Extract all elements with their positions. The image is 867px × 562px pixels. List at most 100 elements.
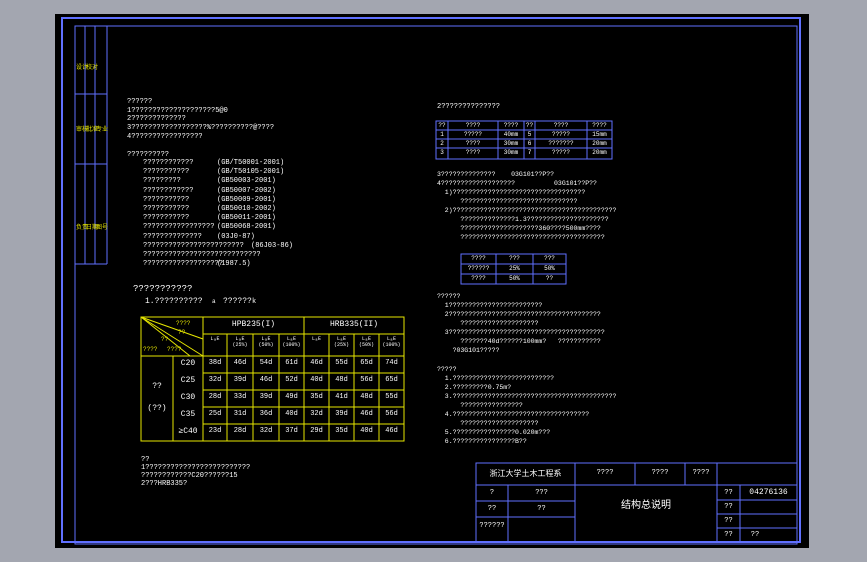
cover-cell: 7 [527, 149, 532, 156]
anchor-cell: 28d [233, 427, 247, 435]
section3-line-7: ????????????????????????????????????? [437, 234, 605, 241]
standard-name-11: ??????????????????? [143, 260, 223, 269]
anchor-subheader-0: LₐE [210, 336, 220, 342]
section4-line-6: ?03G101????? [437, 347, 500, 354]
general-line-3: 3??????????????????%??????????@???? [127, 124, 275, 132]
section4-line-2: 2??????????????????????????????????????? [437, 311, 601, 318]
ratio-cell: ??? [544, 255, 555, 262]
anchor-cell: 48d [360, 393, 373, 401]
tb-left-cell-3: ?? [537, 505, 546, 513]
standard-code-0: (GB/T50001-2001) [217, 159, 285, 167]
ratio-cell: ???? [471, 275, 486, 282]
cover-cell: 1 [440, 131, 444, 138]
ratio-cell: ??? [509, 255, 520, 262]
anchor-grade-2: C30 [180, 393, 196, 402]
section3-line-4: 2)??????????????????????????????????????… [437, 207, 617, 214]
standard-name-7: ????????????????? [143, 223, 215, 232]
standard-name-6: ??????????? [143, 214, 190, 223]
tb-left-cell-4: ?????? [479, 522, 505, 530]
standard-code-1: (GB/T50105-2001) [217, 168, 285, 177]
cover-header-5: ???? [592, 122, 607, 129]
title-top-cell-2: ???? [692, 469, 710, 477]
section5-line-0: ????? [437, 366, 457, 373]
standard-name-0: ???????????? [143, 159, 194, 167]
standard-code-8: (03J0-87) [217, 232, 255, 241]
section3-line-5: ??????????????1.3????????????????????? [437, 216, 609, 223]
standard-code-3: (GB50007-2002) [217, 186, 276, 195]
section5-line-6: ???????????????????? [437, 420, 539, 427]
anchor-cell: 49d [285, 393, 298, 401]
anchor-cell: 23d [208, 427, 222, 435]
section5-line-3: 3.??????????????????????????????????????… [437, 393, 617, 400]
anchor-table-subtitle-b: ?????? [223, 297, 252, 306]
anchor-cell: 48d [335, 376, 348, 384]
anchor-cell: 29d [310, 427, 323, 435]
cover-cell: 15mm [592, 131, 607, 138]
section5-line-5: 4.??????????????????????????????????? [437, 411, 590, 418]
standard-code-7: (GB50068-2001) [217, 223, 276, 232]
tb-right-cell-3: ?? [724, 531, 733, 539]
section5-line-8: 6.????????????????B?? [437, 438, 527, 445]
general-line-1: 1????????????????????5@0 [127, 107, 228, 115]
cover-header-3: ?? [525, 122, 534, 129]
ratio-cell: 25% [509, 265, 520, 272]
title-top-cell-0: ???? [596, 469, 614, 477]
standard-name-2: ????????? [143, 177, 181, 186]
anchor-cell: 55d [385, 393, 398, 401]
standard-name-3: ???????????? [143, 186, 194, 195]
anchor-cell: 32d [208, 376, 222, 384]
anchor-cell: 65d [385, 376, 398, 384]
section3-line-2: 1)?????????????????????????????????? [437, 189, 586, 196]
cover-cell: ????? [551, 131, 570, 138]
anchor-cell: 56d [385, 410, 398, 418]
section5-line-2: 2.?????????0.75m? [437, 384, 512, 391]
cover-cell: ??????? [548, 140, 574, 147]
anchor-cell: 37d [285, 427, 298, 435]
anchor-grade-4: ≥C40 [178, 427, 198, 436]
anchor-cell: 32d [310, 410, 323, 418]
anchor-cell: 28d [208, 393, 222, 401]
tb-left-cell-2: ?? [487, 505, 497, 513]
tb-right-cell-4: ?? [750, 531, 760, 539]
section3-line-0: 3?????????????? 03G101??P?? [437, 171, 555, 178]
standard-name-5: ??????????? [143, 205, 190, 213]
anchor-cell: 56d [360, 376, 373, 384]
standard-code-6: (GB50011-2001) [217, 214, 276, 223]
section5-line-4: ???????????????? [437, 402, 523, 409]
section3-line-1: 4??????????????????? 03G101??P?? [437, 180, 597, 187]
anchor-cell: 38d [208, 359, 222, 367]
tb-right-cell-0: ?? [724, 489, 733, 497]
standard-name-9: ???????????????????????? [143, 241, 244, 250]
section4-line-0: ?????? [437, 293, 461, 300]
anchor-cell: 39d [233, 376, 247, 384]
anchor-cell: 46d [385, 427, 398, 435]
cover-header-2: ???? [503, 122, 519, 129]
notes-line-3: 2???HRB335? [141, 480, 188, 488]
drawing-number: 04276136 [749, 488, 788, 497]
cover-cell: 30mm [503, 140, 519, 147]
cover-header-1: ???? [465, 122, 481, 129]
general-line-0: ?????? [127, 98, 153, 106]
anchor-table-note-l: a [212, 298, 216, 305]
general-line-2: 2????????????? [127, 115, 186, 123]
anchor-cell: 55d [335, 359, 348, 367]
anchor-cell: 46d [259, 376, 273, 384]
section4-line-1: 1???????????????????????? [437, 302, 543, 309]
cover-cell: 30mm [503, 149, 519, 156]
school-name: 浙江大学土木工程系 [489, 469, 562, 478]
anchor-subheader-1: LₐE (25%) [232, 336, 248, 348]
sidebar-label-check: 校对 [86, 64, 99, 71]
anchor-grade-0: C20 [180, 359, 196, 368]
anchor-subheader-4: LₐE [311, 336, 321, 342]
cover-cell: ???? [465, 140, 481, 147]
ratio-cell: ???? [471, 255, 486, 262]
cover-header-4: ???? [553, 122, 569, 129]
anchor-cell: 74d [385, 359, 398, 367]
sidebar-label-drawing-no: 图号 [96, 224, 109, 231]
anchor-grade-1: C25 [180, 376, 196, 385]
anchor-side-label-1: (??) [147, 404, 167, 413]
notes-line-0: ?? [141, 456, 150, 464]
ratio-cell: ?????? [467, 265, 490, 272]
corner-label-4: ???? [167, 346, 182, 353]
anchor-subheader-6: LₐE (50%) [358, 336, 374, 348]
